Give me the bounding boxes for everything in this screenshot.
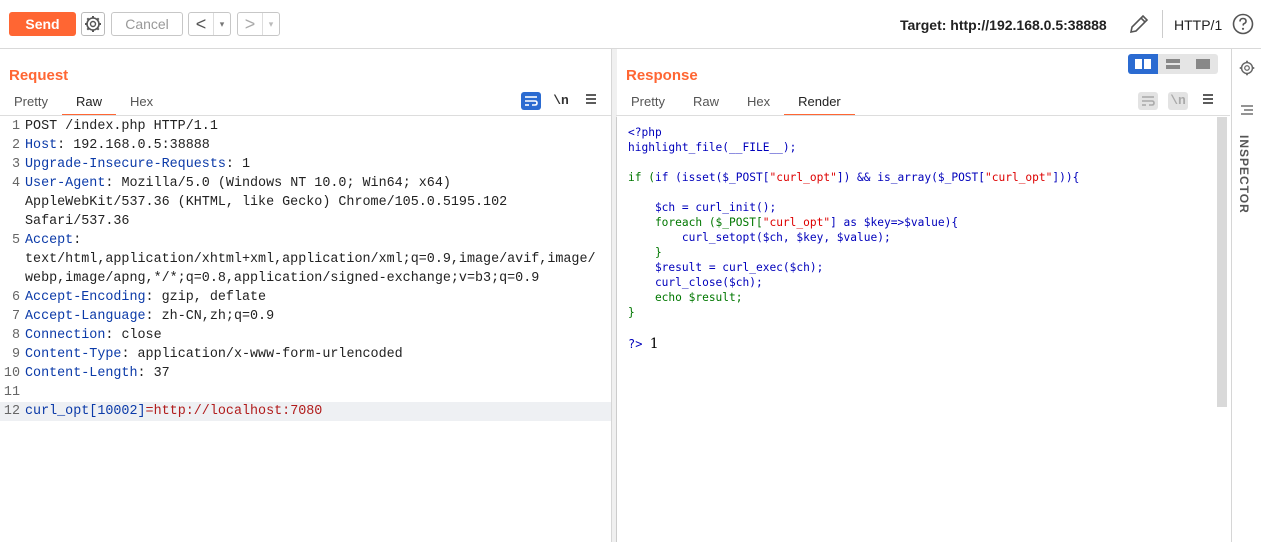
help-icon bbox=[1232, 13, 1254, 35]
request-newline-toggle[interactable]: \n bbox=[551, 92, 571, 110]
tab-request-hex[interactable]: Hex bbox=[116, 90, 167, 114]
list-icon bbox=[1241, 105, 1253, 115]
gear-icon bbox=[1239, 60, 1255, 76]
request-line: 3 Upgrade-Insecure-Requests: 1 bbox=[11, 157, 251, 172]
request-editor[interactable]: 1 POST /index.php HTTP/1.1 2 Host: 192.168… bbox=[0, 117, 611, 542]
tab-request-pretty[interactable]: Pretty bbox=[0, 90, 62, 114]
inspector-tab[interactable]: INSPECTOR bbox=[1237, 135, 1251, 214]
back-history-dropdown[interactable]: ▾ bbox=[213, 13, 230, 35]
request-line: 11​ bbox=[3, 385, 20, 400]
request-line: 8 Connection: close bbox=[11, 328, 162, 343]
single-pane-icon bbox=[1196, 59, 1210, 69]
send-button[interactable]: Send bbox=[9, 12, 76, 36]
back-nav: < ▾ bbox=[188, 12, 231, 36]
request-line: 7 Accept-Language: zh-CN,zh;q=0.9 bbox=[11, 309, 275, 324]
request-line: 2 Host: 192.168.0.5:38888 bbox=[11, 138, 210, 153]
request-line: 5 Accept: text/html,application/xhtml+xml… bbox=[11, 233, 596, 286]
script-output: ?> 1 bbox=[628, 336, 659, 352]
inspector-list-button[interactable] bbox=[1240, 104, 1254, 119]
request-line: 10 Content-Length: 37 bbox=[3, 366, 170, 381]
layout-single-pane-button[interactable] bbox=[1188, 54, 1218, 74]
target-url: Target: http://192.168.0.5:38888 bbox=[900, 17, 1107, 33]
response-options-menu[interactable] bbox=[1198, 92, 1218, 110]
request-line: 6 Accept-Encoding: gzip, deflate bbox=[11, 290, 267, 305]
layout-split-vertical-button[interactable] bbox=[1158, 54, 1188, 74]
tab-response-hex[interactable]: Hex bbox=[733, 90, 784, 114]
wrap-lines-icon bbox=[1138, 92, 1158, 110]
tab-response-raw[interactable]: Raw bbox=[679, 90, 733, 114]
response-title: Response bbox=[626, 67, 698, 84]
tab-response-render[interactable]: Render bbox=[784, 90, 855, 116]
split-horizontal-icon bbox=[1135, 59, 1151, 69]
rendered-page[interactable]: <?phphighlight_file(__FILE__);​if (if (i… bbox=[616, 117, 1217, 542]
request-line: 9 Content-Type: application/x-www-form-ur… bbox=[11, 347, 403, 362]
settings-button[interactable] bbox=[81, 12, 105, 36]
response-newline-toggle[interactable]: \n bbox=[1168, 92, 1188, 110]
request-body-line: 12 curl_opt[10002]=http://localhost:7080 bbox=[0, 402, 611, 421]
inspector-panel bbox=[1231, 49, 1261, 542]
edit-target-button[interactable] bbox=[1127, 12, 1151, 36]
request-line: 4 User-Agent: Mozilla/5.0 (Windows NT 10.… bbox=[11, 176, 516, 229]
request-tabs: Pretty Raw Hex bbox=[0, 90, 167, 116]
wrap-lines-icon bbox=[521, 92, 541, 110]
request-tab-underline bbox=[0, 115, 611, 116]
toolbar: Send Cancel < ▾ > ▾ Target: http://192.1… bbox=[0, 0, 1261, 49]
back-button[interactable]: < bbox=[189, 13, 213, 35]
response-wrap-toggle[interactable] bbox=[1138, 92, 1158, 110]
highlighted-source: <?phphighlight_file(__FILE__);​if (if (i… bbox=[628, 126, 1080, 319]
toolbar-divider bbox=[1162, 10, 1163, 38]
response-render-view: <?phphighlight_file(__FILE__);​if (if (i… bbox=[616, 117, 1230, 542]
response-tabs: Pretty Raw Hex Render bbox=[617, 90, 855, 116]
http-version-toggle[interactable]: HTTP/1 bbox=[1174, 17, 1222, 33]
split-vertical-icon bbox=[1166, 59, 1180, 69]
gear-icon bbox=[85, 16, 101, 32]
inspector-settings-button[interactable] bbox=[1237, 58, 1257, 81]
layout-split-horizontal-button[interactable] bbox=[1128, 54, 1158, 74]
tab-request-raw[interactable]: Raw bbox=[61, 90, 116, 116]
forward-history-dropdown[interactable]: ▾ bbox=[262, 13, 279, 35]
response-scrollbar[interactable] bbox=[1217, 117, 1227, 407]
forward-nav: > ▾ bbox=[237, 12, 280, 36]
layout-toggle bbox=[1128, 54, 1218, 74]
tab-response-pretty[interactable]: Pretty bbox=[617, 90, 679, 114]
cancel-button[interactable]: Cancel bbox=[111, 12, 183, 36]
menu-icon bbox=[1203, 94, 1213, 104]
request-options-menu[interactable] bbox=[581, 92, 601, 110]
response-tab-underline bbox=[616, 115, 1230, 116]
forward-button[interactable]: > bbox=[238, 13, 262, 35]
request-title: Request bbox=[9, 67, 69, 84]
request-line: 1 POST /index.php HTTP/1.1 bbox=[11, 119, 218, 134]
request-wrap-toggle[interactable] bbox=[521, 92, 541, 110]
menu-icon bbox=[586, 94, 596, 104]
help-button[interactable] bbox=[1232, 13, 1254, 35]
pencil-icon bbox=[1129, 14, 1149, 34]
body-param-name: curl_opt[10002] bbox=[25, 404, 146, 419]
body-param-value: http://localhost:7080 bbox=[153, 404, 323, 419]
output-value: 1 bbox=[649, 336, 659, 352]
